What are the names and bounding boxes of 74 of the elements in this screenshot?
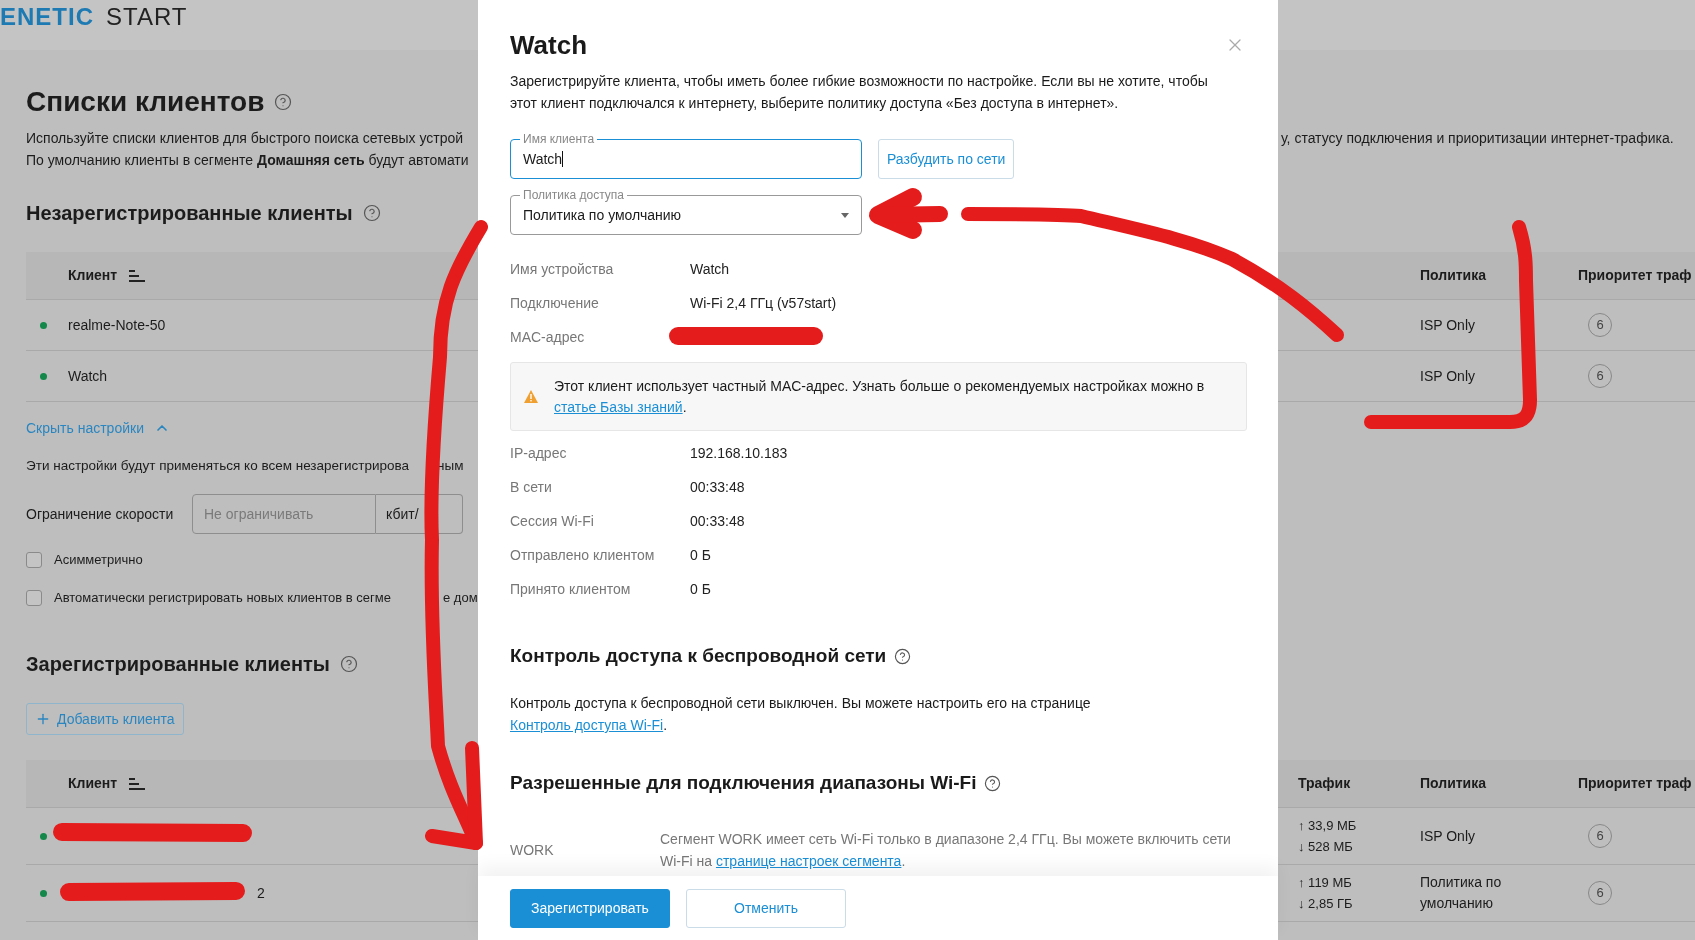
client-name[interactable]: realme-Note-50 xyxy=(68,314,166,336)
detail-value: 0 Б xyxy=(690,545,711,565)
column-header: Клиент xyxy=(68,774,118,793)
policy-cell-text: ISP Only xyxy=(1420,315,1476,335)
detail-label: Подключение xyxy=(510,293,600,313)
traffic-received: ↓ 2,85 ГБ xyxy=(1298,895,1354,913)
detail-value: 00:33:48 xyxy=(690,511,745,531)
section-title: Контроль доступа к беспроводной сети xyxy=(510,643,887,668)
detail-value: 192.168.10.183 xyxy=(690,443,788,463)
checkbox[interactable] xyxy=(26,552,42,568)
help-icon[interactable] xyxy=(894,647,912,665)
page-description: у, статусу подключения и приоритизации интернет-трафика. xyxy=(1280,129,1675,148)
detail-label: Сессия Wi-Fi xyxy=(510,511,595,531)
segment-label: WORK xyxy=(510,840,555,860)
detail-label: Отправлено клиентом xyxy=(510,545,656,565)
checkbox-label: Асимметрично xyxy=(54,551,143,570)
page-description: По умолчанию клиенты в сегменте Домашняя сеть будут автомати xyxy=(26,151,470,170)
detail-label: MAC-адрес xyxy=(510,327,586,347)
policy-cell-text: Политика по умолчанию xyxy=(1420,873,1503,913)
detail-value: Wi-Fi 2,4 ГГц (v57start) xyxy=(690,293,837,313)
detail-label: Имя устройства xyxy=(510,259,615,279)
cancel-button[interactable]: Отменить xyxy=(686,888,846,928)
traffic-sent: ↑ 33,9 МБ xyxy=(1298,817,1358,835)
section-title: Зарегистрированные клиенты xyxy=(26,652,330,677)
register-button[interactable]: Зарегистрировать xyxy=(510,888,670,928)
detail-value: 00:33:48 xyxy=(690,477,745,497)
column-header: Приоритет траф xyxy=(1578,774,1693,793)
help-icon[interactable] xyxy=(362,204,381,222)
hide-settings-link[interactable]: Скрыть настройки xyxy=(26,417,144,439)
segment-text: Сегмент WORK имеет сеть Wi-Fi только в диапазоне 2,4 ГГц. Вы можете включить сети Wi-Fi на странице настроек сегмента. xyxy=(660,830,1232,871)
traffic-sent: ↑ 119 МБ xyxy=(1298,874,1353,892)
speed-limit-field[interactable]: Не ограничивать xyxy=(192,494,376,534)
help-icon[interactable] xyxy=(984,774,1002,792)
client-name[interactable]: 2 xyxy=(257,882,265,904)
add-client-button[interactable]: Добавить клиента xyxy=(26,703,184,735)
column-header: Политика xyxy=(1420,266,1488,285)
link[interactable]: статье Базы знаний xyxy=(554,398,683,415)
dialog-description: Зарегистрируйте клиента, чтобы иметь более гибкие возможности по настройке. Если вы не хотите, чтобы этот клиент подключался к интернету, выберите политику доступа «Без доступа в интернет». xyxy=(510,72,1209,113)
help-icon[interactable] xyxy=(274,93,293,111)
caret-icon xyxy=(841,212,849,218)
unit-select[interactable]: кбит/ xyxy=(376,494,463,534)
policy-cell-text: ISP Only xyxy=(1420,366,1476,386)
help-icon[interactable] xyxy=(339,655,358,673)
column-header: Клиент xyxy=(68,266,118,285)
access-control-text: Контроль доступа к беспроводной сети выключен. Вы можете настроить его на странице Контроль доступа Wi-Fi. xyxy=(510,694,1092,735)
column-header: Трафик xyxy=(1298,774,1352,793)
column-header: Политика xyxy=(1420,774,1488,793)
page-title: Списки клиентов xyxy=(26,85,265,119)
logo-brand: ENETIC xyxy=(0,3,94,31)
detail-value: 0 Б xyxy=(690,579,711,599)
client-name[interactable]: Watch xyxy=(68,365,108,387)
checkbox[interactable] xyxy=(26,590,42,606)
policy-cell-text: ISP Only xyxy=(1420,826,1476,846)
section-title: Незарегистрированные клиенты xyxy=(26,201,353,226)
sort-icon[interactable] xyxy=(129,269,146,282)
wake-on-lan-button[interactable]: Разбудить по сети xyxy=(878,139,1015,179)
page-description: Используйте списки клиентов для быстрого поиска сетевых устрой xyxy=(26,129,465,148)
sort-icon[interactable] xyxy=(129,777,146,790)
warning-text: Этот клиент использует частный MAC-адрес. Узнать больше о рекомендуемых настройках можно в статье Базы знаний. xyxy=(554,376,1206,417)
checkbox-label: Автоматически регистрировать новых клиентов в сегме xyxy=(54,589,391,608)
column-header: Приоритет траф xyxy=(1578,266,1693,285)
warning-icon xyxy=(524,390,538,403)
plus-icon xyxy=(35,711,51,727)
field-label: Ограничение скорости xyxy=(26,504,175,524)
detail-label: В сети xyxy=(510,477,553,497)
logo-product: START xyxy=(106,3,188,31)
settings-note: Эти настройки будут применяться ко всем незарегистрирова xyxy=(26,457,410,475)
section-title: Разрешенные для подключения диапазоны Wi-Fi xyxy=(510,770,977,795)
dialog-title: Watch xyxy=(510,28,588,62)
traffic-received: ↓ 528 МБ xyxy=(1298,838,1354,856)
detail-label: IP-адрес xyxy=(510,443,568,463)
detail-label: Принято клиентом xyxy=(510,579,632,599)
detail-value: Watch xyxy=(690,259,730,279)
checkbox-label: е дом xyxy=(443,589,478,608)
